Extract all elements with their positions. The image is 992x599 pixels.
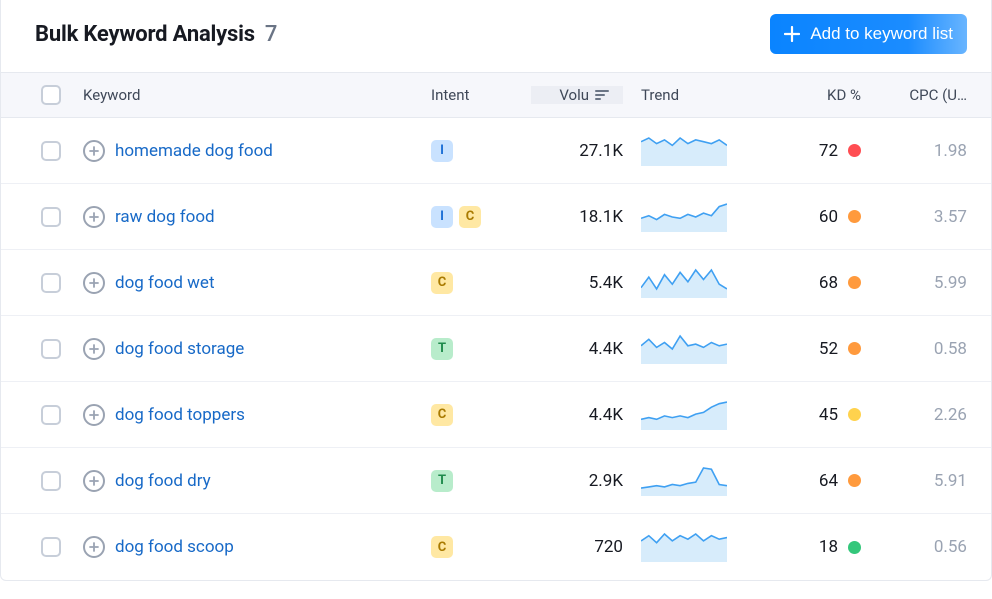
intent-badge-I: I xyxy=(431,140,453,162)
intent-badge-C: C xyxy=(459,206,481,228)
trend-sparkline xyxy=(641,532,727,562)
kd-value: 68 xyxy=(819,273,838,293)
panel-title-wrap: Bulk Keyword Analysis 7 xyxy=(35,22,277,47)
table-row: dog food storage T 4.4K 52 0.58 xyxy=(1,316,991,382)
intent-badge-C: C xyxy=(431,404,453,426)
kd-difficulty-dot xyxy=(848,408,861,421)
keyword-link[interactable]: dog food scoop xyxy=(115,537,234,557)
kd-value: 60 xyxy=(819,207,838,227)
add-button-label: Add to keyword list xyxy=(810,24,953,44)
column-header-intent[interactable]: Intent xyxy=(431,86,531,104)
intent-badges: IC xyxy=(431,206,481,228)
intent-badge-C: C xyxy=(431,272,453,294)
keyword-link[interactable]: dog food wet xyxy=(115,273,215,293)
volume-value: 720 xyxy=(594,537,623,557)
intent-badges: T xyxy=(431,470,453,492)
trend-sparkline xyxy=(641,466,727,496)
kd-value: 18 xyxy=(819,537,838,557)
cpc-value: 5.99 xyxy=(934,273,967,293)
table-row: homemade dog food I 27.1K 72 1.98 xyxy=(1,118,991,184)
table-row: dog food dry T 2.9K 64 5.91 xyxy=(1,448,991,514)
trend-sparkline xyxy=(641,400,727,430)
panel-title-count: 7 xyxy=(265,22,277,47)
column-header-volume[interactable]: Volu xyxy=(531,86,641,104)
keyword-link[interactable]: raw dog food xyxy=(115,207,215,227)
cpc-value: 0.56 xyxy=(934,537,967,557)
keyword-link[interactable]: dog food storage xyxy=(115,339,244,359)
column-header-cpc[interactable]: CPC (U… xyxy=(891,86,991,104)
cpc-value: 3.57 xyxy=(934,207,967,227)
intent-badges: C xyxy=(431,272,453,294)
row-checkbox[interactable] xyxy=(41,339,61,359)
trend-sparkline xyxy=(641,202,727,232)
volume-value: 2.9K xyxy=(589,471,623,491)
keyword-link[interactable]: dog food toppers xyxy=(115,405,245,425)
expand-row-button[interactable] xyxy=(83,470,105,492)
kd-value: 45 xyxy=(819,405,838,425)
expand-row-button[interactable] xyxy=(83,404,105,426)
expand-row-button[interactable] xyxy=(83,272,105,294)
trend-sparkline xyxy=(641,334,727,364)
column-header-kd[interactable]: KD % xyxy=(771,86,891,104)
keyword-analysis-panel: Bulk Keyword Analysis 7 Add to keyword l… xyxy=(0,0,992,581)
intent-badges: T xyxy=(431,338,453,360)
row-checkbox[interactable] xyxy=(41,141,61,161)
table-row: raw dog food IC 18.1K 60 3.57 xyxy=(1,184,991,250)
expand-row-button[interactable] xyxy=(83,140,105,162)
table-row: dog food wet C 5.4K 68 5.99 xyxy=(1,250,991,316)
kd-difficulty-dot xyxy=(848,541,861,554)
table-header: Keyword Intent Volu Trend KD % CPC (U… xyxy=(1,72,991,118)
table-row: dog food toppers C 4.4K 45 2.26 xyxy=(1,382,991,448)
column-header-trend[interactable]: Trend xyxy=(641,86,771,104)
table-body: homemade dog food I 27.1K 72 1.98 xyxy=(1,118,991,580)
intent-badge-T: T xyxy=(431,338,453,360)
row-checkbox[interactable] xyxy=(41,471,61,491)
kd-value: 72 xyxy=(819,141,838,161)
intent-badges: C xyxy=(431,536,453,558)
keyword-link[interactable]: dog food dry xyxy=(115,471,211,491)
row-checkbox[interactable] xyxy=(41,273,61,293)
kd-value: 52 xyxy=(819,339,838,359)
intent-badge-I: I xyxy=(431,206,453,228)
expand-row-button[interactable] xyxy=(83,536,105,558)
volume-value: 4.4K xyxy=(589,339,623,359)
kd-value: 64 xyxy=(819,471,838,491)
kd-difficulty-dot xyxy=(848,210,861,223)
kd-difficulty-dot xyxy=(848,474,861,487)
add-to-keyword-list-button[interactable]: Add to keyword list xyxy=(770,14,967,54)
expand-row-button[interactable] xyxy=(83,338,105,360)
panel-title: Bulk Keyword Analysis xyxy=(35,22,255,47)
trend-sparkline xyxy=(641,136,727,166)
volume-value: 27.1K xyxy=(579,141,623,161)
volume-value: 18.1K xyxy=(579,207,623,227)
sort-desc-icon xyxy=(595,90,609,100)
trend-sparkline xyxy=(641,268,727,298)
intent-badges: C xyxy=(431,404,453,426)
volume-value: 4.4K xyxy=(589,405,623,425)
select-all-checkbox[interactable] xyxy=(41,85,61,105)
cpc-value: 2.26 xyxy=(934,405,967,425)
row-checkbox[interactable] xyxy=(41,537,61,557)
keyword-link[interactable]: homemade dog food xyxy=(115,141,273,161)
expand-row-button[interactable] xyxy=(83,206,105,228)
panel-header: Bulk Keyword Analysis 7 Add to keyword l… xyxy=(1,0,991,72)
column-header-volume-label: Volu xyxy=(559,86,589,104)
intent-badge-T: T xyxy=(431,470,453,492)
row-checkbox[interactable] xyxy=(41,207,61,227)
volume-value: 5.4K xyxy=(589,273,623,293)
plus-icon xyxy=(784,26,800,42)
intent-badge-C: C xyxy=(431,536,453,558)
table-row: dog food scoop C 720 18 0.56 xyxy=(1,514,991,580)
cpc-value: 0.58 xyxy=(934,339,967,359)
header-checkbox-cell xyxy=(1,85,73,105)
cpc-value: 5.91 xyxy=(934,471,967,491)
kd-difficulty-dot xyxy=(848,144,861,157)
intent-badges: I xyxy=(431,140,453,162)
kd-difficulty-dot xyxy=(848,276,861,289)
row-checkbox[interactable] xyxy=(41,405,61,425)
column-header-keyword[interactable]: Keyword xyxy=(73,86,431,104)
cpc-value: 1.98 xyxy=(934,141,967,161)
kd-difficulty-dot xyxy=(848,342,861,355)
